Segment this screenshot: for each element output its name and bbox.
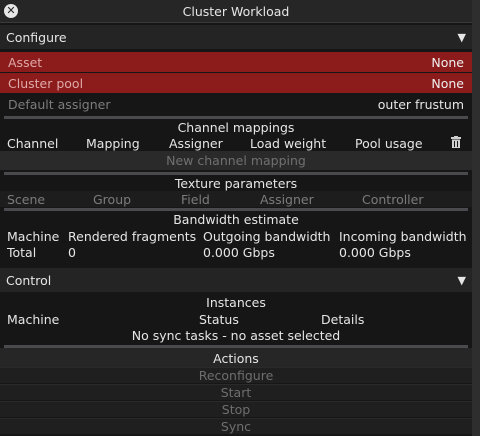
column-header: Rendered fragments [68, 228, 197, 244]
column-header: Assigner [260, 191, 314, 207]
column-header: Pool usage [355, 135, 423, 151]
default-assigner-value: outer frustum [377, 96, 464, 112]
reconfigure-button[interactable]: Reconfigure [0, 367, 472, 383]
bandwidth-title-row: Bandwidth estimate [0, 211, 472, 228]
actions-title-row: Actions [0, 348, 472, 368]
control-header[interactable]: Control ▼ [0, 268, 472, 292]
column-header: Load weight [250, 135, 327, 151]
column-header: Mapping [86, 135, 140, 151]
column-header: Status [199, 311, 239, 327]
start-button[interactable]: Start [0, 384, 472, 400]
asset-row[interactable]: Asset None [0, 52, 472, 72]
sync-button[interactable]: Sync [0, 418, 472, 434]
trash-icon[interactable] [451, 136, 461, 151]
asset-label: Asset [8, 54, 43, 70]
reconfigure-label: Reconfigure [198, 368, 274, 383]
cluster-pool-value: None [431, 75, 464, 91]
column-header: Incoming bandwidth [339, 228, 467, 244]
control-label: Control [6, 272, 52, 288]
channel-mappings-title-row: Channel mappings [0, 119, 472, 136]
bandwidth-total-row: Total 0 0.000 Gbps 0.000 Gbps [0, 244, 472, 261]
texture-title-row: Texture parameters [0, 175, 472, 191]
configure-label: Configure [6, 29, 67, 45]
texture-parameters-title: Texture parameters [174, 175, 298, 191]
new-channel-mapping-label: New channel mapping [166, 153, 306, 168]
sync-label: Sync [220, 419, 252, 434]
window-title: Cluster Workload [182, 3, 290, 19]
bandwidth-header: Machine Rendered fragments Outgoing band… [0, 228, 472, 244]
column-header: Channel [7, 135, 59, 151]
column-header: Outgoing bandwidth [203, 228, 331, 244]
close-icon[interactable]: ✕ [4, 4, 18, 18]
instances-title-row: Instances [0, 294, 472, 311]
column-header: Assigner [169, 135, 223, 151]
start-label: Start [220, 385, 252, 400]
column-header: Group [93, 191, 132, 207]
column-header: Controller [362, 191, 424, 207]
stop-label: Stop [221, 402, 251, 417]
triangle-down-icon: ▼ [457, 30, 466, 44]
default-assigner-label: Default assigner [8, 96, 111, 112]
new-channel-mapping-button[interactable]: New channel mapping [0, 151, 472, 170]
cluster-workload-window: ✕ Cluster Workload Configure ▼ Asset Non… [0, 0, 472, 436]
instances-header: Machine Status Details [0, 311, 472, 327]
rendered-fragments-total: 0 [68, 245, 76, 260]
column-header: Machine [7, 228, 60, 244]
stop-button[interactable]: Stop [0, 401, 472, 417]
bandwidth-title: Bandwidth estimate [173, 212, 299, 227]
configure-header[interactable]: Configure ▼ [0, 25, 472, 49]
default-assigner-row[interactable]: Default assigner outer frustum [0, 94, 472, 114]
incoming-bandwidth-total: 0.000 Gbps [339, 245, 411, 260]
title-bar: ✕ Cluster Workload [0, 0, 472, 23]
triangle-down-icon: ▼ [457, 273, 466, 287]
column-header: Field [181, 191, 210, 207]
actions-title: Actions [213, 350, 259, 366]
instances-title: Instances [206, 295, 266, 310]
total-label: Total [7, 245, 37, 260]
channel-mappings-title: Channel mappings [177, 120, 295, 135]
window-border [472, 0, 480, 436]
no-sync-tasks-message: No sync tasks - no asset selected [131, 328, 341, 343]
column-header: Machine [7, 311, 60, 327]
column-header: Details [321, 311, 365, 327]
cluster-pool-label: Cluster pool [8, 75, 84, 91]
instances-empty-row: No sync tasks - no asset selected [0, 327, 472, 344]
cluster-pool-row[interactable]: Cluster pool None [0, 73, 472, 93]
column-header: Scene [7, 191, 46, 207]
texture-header: Scene Group Field Assigner Controller [0, 191, 472, 207]
channel-mappings-header: Channel Mapping Assigner Load weight Poo… [0, 135, 472, 151]
asset-value: None [431, 54, 464, 70]
outgoing-bandwidth-total: 0.000 Gbps [203, 245, 275, 260]
